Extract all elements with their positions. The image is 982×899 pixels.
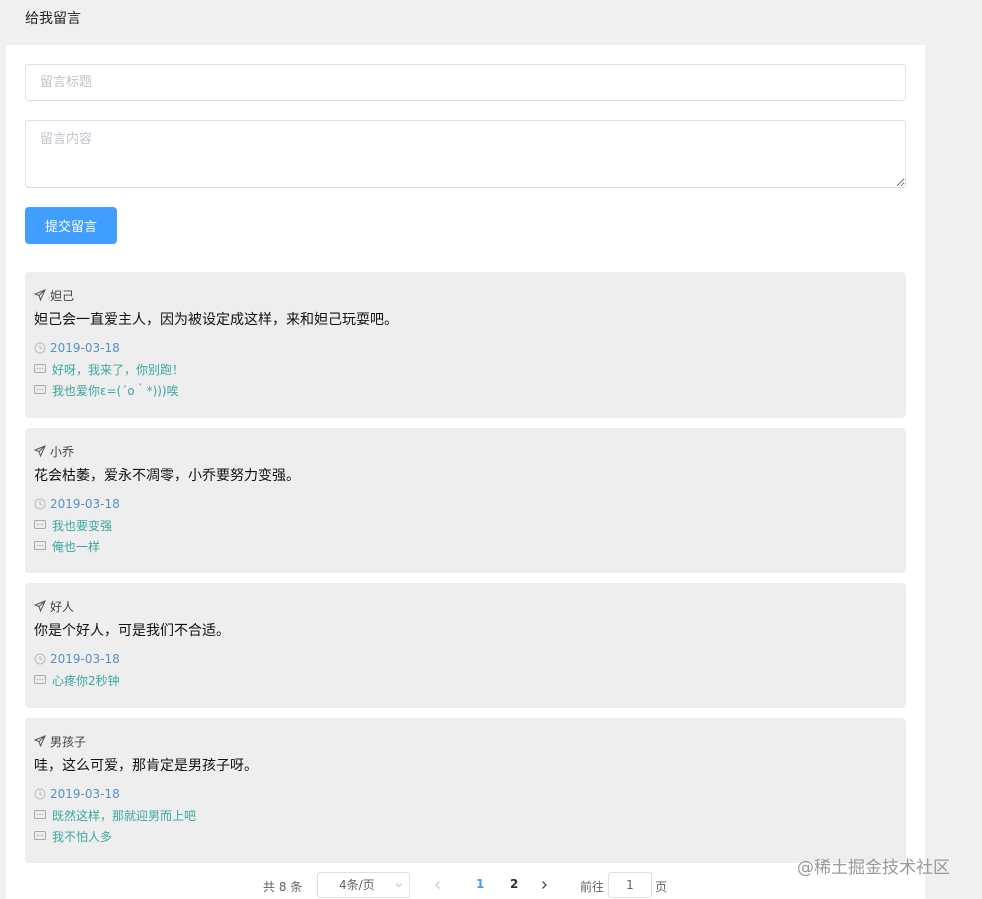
message-reply: 我不怕人多 (52, 829, 113, 844)
message-reply: 好呀，我来了，你别跑！ (52, 362, 185, 377)
paper-plane-icon (34, 445, 46, 457)
message-date: 2019-03-18 (50, 787, 120, 801)
message-reply: 俺也一样 (52, 539, 101, 554)
page-number-2[interactable]: 2 (510, 877, 518, 891)
submit-message-button[interactable]: 提交留言 (25, 207, 117, 244)
message-reply: 我也要变强 (52, 518, 113, 533)
message-author: 男孩子 (50, 734, 87, 749)
chat-bubble-icon (34, 540, 46, 550)
chat-bubble-icon (34, 384, 46, 394)
message-content-textarea[interactable] (25, 120, 906, 188)
message-card: 好人 你是个好人，可是我们不合适。 2019-03-18 心疼你2秒钟 (25, 583, 906, 708)
message-content: 妲己会一直爱主人，因为被设定成这样，来和妲己玩耍吧。 (34, 312, 398, 328)
message-author: 小乔 (50, 444, 75, 459)
message-content: 你是个好人，可是我们不合适。 (34, 623, 230, 639)
goto-label: 前往 (580, 880, 605, 894)
message-content: 花会枯萎，爱永不凋零，小乔要努力变强。 (34, 468, 300, 484)
message-reply: 既然这样，那就迎男而上吧 (52, 808, 197, 823)
page-size-select[interactable]: 4条/页 (317, 872, 410, 898)
chat-bubble-icon (34, 363, 46, 373)
chat-bubble-icon (34, 830, 46, 840)
chevron-left-icon[interactable] (433, 880, 443, 890)
message-reply: 我也爱你ε=(´ο｀*)))唉 (52, 383, 179, 398)
chat-bubble-icon (34, 809, 46, 819)
message-date: 2019-03-18 (50, 341, 120, 355)
pagination: 共 8 条 4条/页 1 2 前往 页 (6, 871, 925, 899)
chat-bubble-icon (34, 674, 46, 684)
message-date: 2019-03-18 (50, 497, 120, 511)
page-number-1[interactable]: 1 (476, 877, 484, 891)
paper-plane-icon (34, 289, 46, 301)
pagination-total: 共 8 条 (263, 880, 303, 894)
message-author: 好人 (50, 599, 75, 614)
message-title-input[interactable] (25, 64, 906, 101)
chevron-right-icon[interactable] (539, 880, 549, 890)
paper-plane-icon (34, 600, 46, 612)
chevron-down-icon (395, 883, 403, 888)
clock-icon (34, 653, 46, 665)
watermark: @稀土掘金技术社区 (797, 858, 950, 878)
page-size-value: 4条/页 (339, 878, 375, 892)
message-card: 妲己 妲己会一直爱主人，因为被设定成这样，来和妲己玩耍吧。 2019-03-18… (25, 272, 906, 418)
message-reply: 心疼你2秒钟 (52, 673, 120, 688)
message-content: 哇，这么可爱，那肯定是男孩子呀。 (34, 758, 258, 774)
paper-plane-icon (34, 735, 46, 747)
page-jump-input[interactable] (608, 872, 652, 898)
message-card: 男孩子 哇，这么可爱，那肯定是男孩子呀。 2019-03-18 既然这样，那就迎… (25, 718, 906, 863)
message-date: 2019-03-18 (50, 652, 120, 666)
message-panel: 提交留言 妲己 妲己会一直爱主人，因为被设定成这样，来和妲己玩耍吧。 2019-… (6, 45, 925, 899)
clock-icon (34, 498, 46, 510)
clock-icon (34, 342, 46, 354)
chat-bubble-icon (34, 519, 46, 529)
clock-icon (34, 788, 46, 800)
message-card: 小乔 花会枯萎，爱永不凋零，小乔要努力变强。 2019-03-18 我也要变强 … (25, 428, 906, 573)
message-author: 妲己 (50, 288, 75, 303)
page-title: 给我留言 (25, 11, 81, 27)
message-list: 妲己 妲己会一直爱主人，因为被设定成这样，来和妲己玩耍吧。 2019-03-18… (25, 272, 906, 873)
page-label: 页 (655, 880, 668, 894)
